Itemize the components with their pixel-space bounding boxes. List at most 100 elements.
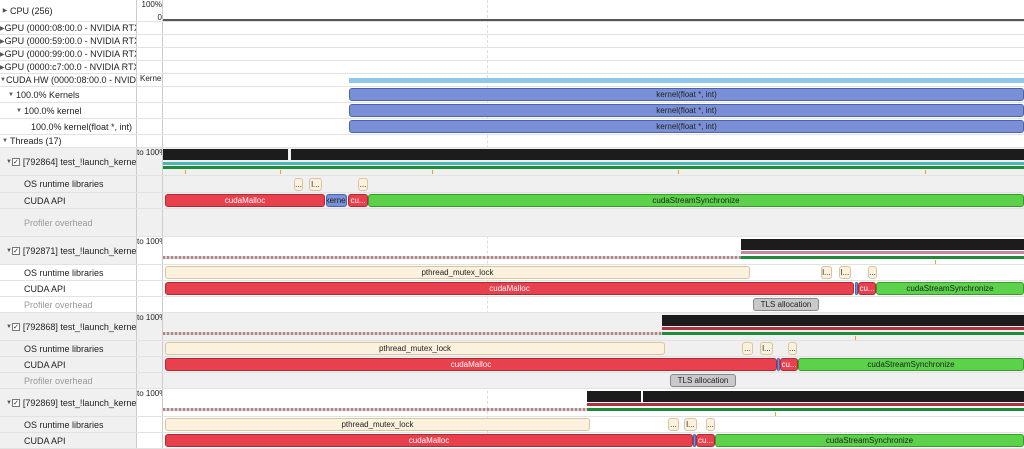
label: CUDA API	[24, 435, 66, 446]
row-gpu-1[interactable]: ▶ GPU (0000:59:00.0 - NVIDIA RTX 6	[0, 35, 1024, 48]
tls-allocation-bar[interactable]: TLS allocation	[670, 374, 736, 387]
cpu-busy	[163, 149, 288, 160]
thread-row[interactable]: ▼✓[792864] test_!launch_kernel to 100%	[0, 148, 1024, 176]
cuda-sync-bar[interactable]: cudaStreamSynchronize	[715, 434, 1024, 447]
mutex-lock-bar[interactable]: pthread_mutex_lock	[165, 418, 590, 431]
collapse-icon[interactable]: ▼	[6, 92, 16, 98]
cuda-api-row[interactable]: CUDA API cudaMalloc cu... cudaStreamSync…	[0, 357, 1024, 373]
cuda-api-row[interactable]: CUDA API cudaMalloc cu... cudaStreamSync…	[0, 433, 1024, 449]
label: Threads (17)	[10, 136, 62, 146]
label: GPU (0000:59:00.0 - NVIDIA RTX 6	[4, 36, 137, 46]
kernel-bar[interactable]: kernel(float *, int)	[349, 120, 1024, 133]
gutter-label: Kernel	[137, 74, 163, 86]
row-threads[interactable]: ▼ Threads (17)	[0, 135, 1024, 148]
cuda-sync-bar[interactable]: cudaStreamSynchronize	[798, 358, 1024, 371]
row-kernels[interactable]: ▼ 100.0% Kernels kernel(float *, int)	[0, 87, 1024, 103]
profiler-row[interactable]: Profiler overhead	[0, 209, 1024, 237]
sample-tick	[432, 170, 433, 174]
mutex-lock-bar[interactable]: pthread_mutex_lock	[165, 342, 665, 355]
row-gpu-3[interactable]: ▶ GPU (0000:c7:00.0 - NVIDIA RTX 6	[0, 61, 1024, 74]
checkbox[interactable]: ✓	[11, 322, 20, 331]
profiler-row[interactable]: Profiler overhead TLS allocation	[0, 373, 1024, 389]
thread-row[interactable]: ▼✓[792871] test_!launch_kernel to 100%	[0, 237, 1024, 265]
sample-tick	[678, 170, 679, 174]
cpu-busy	[662, 315, 1024, 326]
label: 100.0% kernel(float *, int)	[31, 121, 133, 132]
os-call[interactable]: l...	[821, 266, 832, 279]
kernel-launch-bar[interactable]: kernel	[326, 194, 347, 207]
cuda-api-row[interactable]: CUDA API cudaMalloc kernel cu... cudaStr…	[0, 193, 1024, 209]
cuda-sync-bar[interactable]: cudaStreamSynchronize	[368, 194, 1024, 207]
cuda-api-row[interactable]: CUDA API cudaMalloc cu... cudaStreamSync…	[0, 281, 1024, 297]
cpu-busy	[741, 239, 1024, 250]
sample-tick	[775, 412, 776, 416]
kernel-bar[interactable]: kernel(float *, int)	[349, 88, 1024, 101]
label: 100.0% kernel	[24, 105, 82, 116]
row-kernel-fn[interactable]: 100.0% kernel(float *, int) kernel(float…	[0, 119, 1024, 135]
label: Profiler overhead	[24, 217, 93, 228]
row-kernel[interactable]: ▼ 100.0% kernel kernel(float *, int)	[0, 103, 1024, 119]
state-strip	[662, 332, 1024, 335]
state-strip	[163, 256, 741, 259]
collapse-icon[interactable]: ▼	[0, 138, 10, 144]
os-call[interactable]: l...	[309, 178, 322, 191]
row-cpu[interactable]: ▶ CPU (256) 100% 0	[0, 0, 1024, 22]
cuda-sync-bar[interactable]: cudaStreamSynchronize	[876, 282, 1024, 295]
row-gpu-2[interactable]: ▶ GPU (0000:99:00.0 - NVIDIA RTX 6	[0, 48, 1024, 61]
cuda-malloc-bar[interactable]: cudaMalloc	[165, 282, 854, 295]
state-strip	[741, 256, 1024, 259]
cuda-malloc-bar[interactable]: cudaMalloc	[165, 434, 693, 447]
os-call[interactable]: ...	[868, 266, 877, 279]
label: Profiler overhead	[24, 299, 93, 310]
sample-tick	[185, 170, 186, 174]
os-row[interactable]: OS runtime libraries pthread_mutex_lock …	[0, 265, 1024, 281]
kernel-bar[interactable]: kernel(float *, int)	[349, 104, 1024, 117]
os-row[interactable]: OS runtime libraries ... l... ...	[0, 176, 1024, 193]
thread-row[interactable]: ▼✓[792869] test_!launch_kernel to 100%	[0, 389, 1024, 417]
os-call[interactable]: ...	[294, 178, 303, 191]
thread-name: [792868] test_!launch_kernel	[22, 321, 137, 332]
row-cuda-hw[interactable]: ▼CUDA HW (0000:08:00.0 - NVIDIA RTXKerne…	[0, 74, 1024, 87]
state-strip	[587, 408, 1024, 411]
os-call[interactable]: ...	[788, 342, 797, 355]
util-label: to 100%	[137, 237, 163, 264]
os-call[interactable]: ...	[706, 418, 715, 431]
checkbox[interactable]: ✓	[11, 246, 20, 255]
label: CUDA HW (0000:08:00.0 - NVIDIA RTX	[5, 75, 137, 85]
cpu-busy	[291, 149, 1024, 160]
state-strip	[587, 403, 1024, 406]
hw-activity	[349, 78, 1024, 83]
checkbox[interactable]: ✓	[11, 157, 20, 166]
cuda-malloc-bar[interactable]: cudaMalloc	[165, 358, 777, 371]
checkbox[interactable]: ✓	[11, 398, 20, 407]
os-row[interactable]: OS runtime libraries pthread_mutex_lock …	[0, 341, 1024, 357]
mutex-lock-bar[interactable]: pthread_mutex_lock	[165, 266, 750, 279]
os-row[interactable]: OS runtime libraries pthread_mutex_lock …	[0, 417, 1024, 433]
os-call[interactable]: l...	[684, 418, 697, 431]
os-call[interactable]: l...	[760, 342, 773, 355]
cuda-call-bar[interactable]: cu...	[696, 434, 715, 447]
expand-icon[interactable]: ▶	[0, 7, 10, 14]
state-strip	[662, 327, 1024, 330]
state-strip	[163, 162, 1024, 165]
label: Profiler overhead	[24, 375, 93, 386]
os-call[interactable]: ...	[358, 178, 368, 191]
thread-row[interactable]: ▼✓[792868] test_!launch_kernel to 100%	[0, 313, 1024, 341]
os-call[interactable]: ...	[668, 418, 679, 431]
sample-tick	[935, 260, 936, 264]
cuda-call-bar[interactable]: cu...	[348, 194, 368, 207]
cuda-call-bar[interactable]: cu...	[780, 358, 798, 371]
collapse-icon[interactable]: ▼	[14, 108, 24, 114]
os-call[interactable]: ...	[742, 342, 753, 355]
state-strip	[163, 166, 1024, 169]
label: CPU (256)	[10, 5, 53, 16]
cuda-malloc-bar[interactable]: cudaMalloc	[165, 194, 325, 207]
os-call[interactable]: l...	[839, 266, 851, 279]
row-gpu-0[interactable]: ▶ GPU (0000:08:00.0 - NVIDIA RTX 6	[0, 22, 1024, 35]
cpu-busy	[643, 391, 1024, 402]
label: GPU (0000:08:00.0 - NVIDIA RTX 6	[4, 23, 137, 33]
cuda-call-bar[interactable]: cu...	[858, 282, 876, 295]
profiler-row[interactable]: Profiler overhead TLS allocation	[0, 297, 1024, 313]
tls-allocation-bar[interactable]: TLS allocation	[753, 298, 819, 311]
sample-tick	[280, 170, 281, 174]
